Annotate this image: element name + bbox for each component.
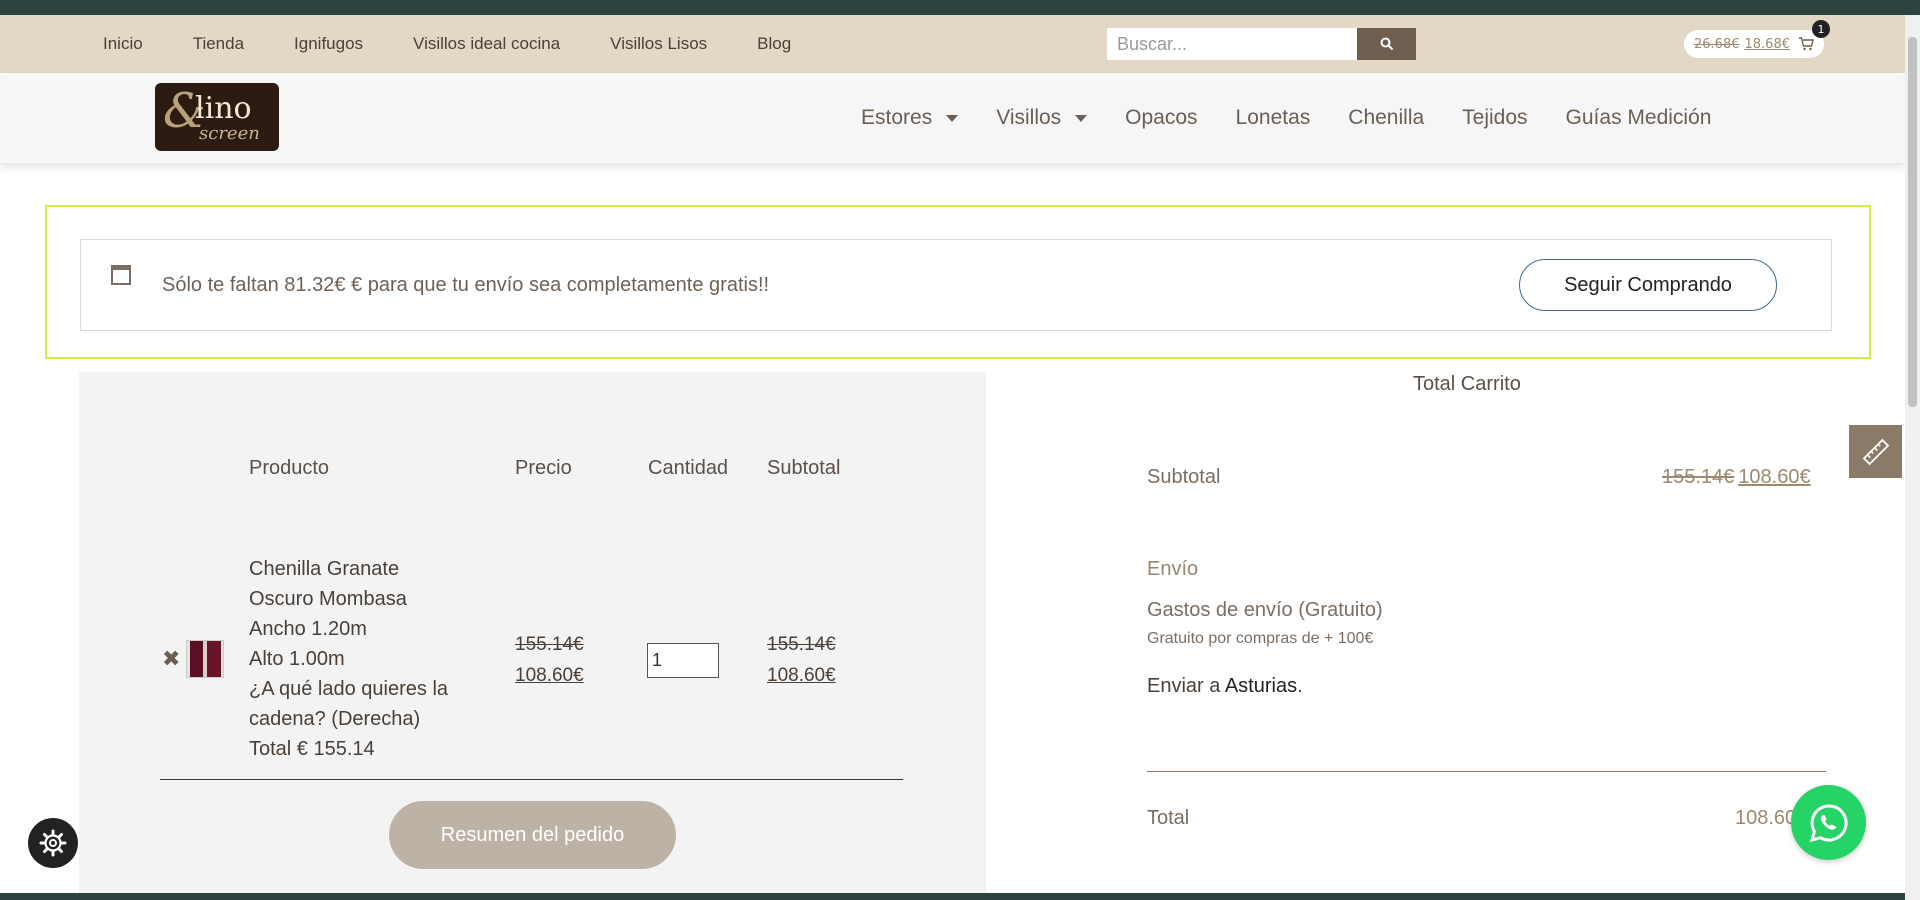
nav-estores[interactable]: Estores (861, 106, 959, 130)
notice-text: Sólo te faltan 81.32€ € para que tu enví… (162, 274, 770, 296)
quantity-input[interactable] (647, 643, 719, 678)
remove-item-icon[interactable]: ✖ (162, 647, 180, 672)
item-price-old: 155.14€ (515, 634, 584, 655)
product-thumbnail[interactable] (186, 640, 224, 678)
nav-guias-medicion[interactable]: Guías Medición (1566, 106, 1712, 130)
product-chain-side-value: cadena? (Derecha) (249, 708, 421, 730)
cookie-settings-button[interactable] (28, 818, 78, 868)
top-bar: Inicio Tienda Ignifugos Visillos ideal c… (0, 15, 1905, 73)
nav-chenilla[interactable]: Chenilla (1348, 106, 1424, 130)
product-description: Chenilla Granate Oscuro Mombasa Ancho 1.… (249, 554, 489, 764)
top-nav-blog[interactable]: Blog (757, 34, 791, 54)
top-nav-visillos-lisos[interactable]: Visillos Lisos (610, 34, 707, 54)
logo-text-lino: lino (195, 91, 252, 126)
header-producto: Producto (249, 457, 330, 479)
page-scrollbar[interactable] (1905, 15, 1920, 900)
nav-estores-label: Estores (861, 106, 933, 129)
shipping-note: Gratuito por compras de + 100€ (1147, 630, 1374, 647)
totals-subtotal-value: 155.14€ 108.60€ (1662, 466, 1811, 489)
top-nav-visillos-cocina[interactable]: Visillos ideal cocina (413, 34, 560, 54)
item-subtotal-old: 155.14€ (767, 634, 836, 655)
ship-to-prefix: Enviar a (1147, 675, 1225, 697)
cart-table: Producto Precio Cantidad Subtotal ✖ Chen… (79, 372, 986, 900)
header-precio: Precio (515, 457, 572, 479)
chevron-down-icon (1075, 114, 1088, 122)
mini-cart[interactable]: 26.68€ 18.68€ 1 (1684, 20, 1830, 58)
item-subtotal-new: 108.60€ (767, 665, 836, 686)
search-input[interactable] (1107, 28, 1357, 60)
free-shipping-notice: Sólo te faltan 81.32€ € para que tu enví… (45, 205, 1871, 359)
product-name-line1[interactable]: Chenilla Granate (249, 554, 489, 584)
ship-to: Enviar a Asturias. (1147, 675, 1303, 698)
product-name-line2[interactable]: Oscuro Mombasa (249, 584, 489, 614)
logo-text-screen: screen (199, 123, 260, 144)
totals-subtotal-label: Subtotal (1147, 466, 1221, 488)
search-bar (1107, 28, 1417, 60)
product-height: Alto 1.00m (249, 648, 345, 670)
top-strip (0, 0, 1920, 15)
ship-to-place: Asturias (1224, 675, 1298, 697)
top-nav-tienda[interactable]: Tienda (193, 34, 244, 54)
product-chain-side-question: ¿A qué lado quieres la (249, 678, 449, 700)
totals-title: Total Carrito (1413, 373, 1521, 395)
item-price: 155.14€ 108.60€ (515, 629, 584, 691)
top-nav-inicio[interactable]: Inicio (103, 34, 143, 54)
mini-cart-new-price: 18.68€ (1744, 36, 1791, 52)
gear-icon (39, 829, 67, 857)
cart-icon (1799, 37, 1814, 51)
nav-visillos[interactable]: Visillos (996, 106, 1088, 130)
whatsapp-icon (1809, 803, 1848, 842)
top-nav-ignifugos[interactable]: Ignifugos (294, 34, 363, 54)
item-price-new: 108.60€ (515, 665, 584, 686)
nav-lonetas[interactable]: Lonetas (1236, 106, 1311, 130)
logo[interactable]: & lino screen (155, 83, 279, 151)
total-label: Total (1147, 807, 1190, 829)
totals-subtotal-old: 155.14€ (1662, 466, 1735, 488)
ruler-icon (1862, 438, 1889, 465)
cart-count-badge: 1 (1812, 20, 1830, 38)
main-header: & lino screen Estores Visillos Opacos Lo… (0, 73, 1905, 163)
cart-divider (160, 779, 903, 780)
totals-subtotal-new: 108.60€ (1738, 466, 1811, 488)
calendar-icon (111, 265, 131, 285)
nav-tejidos[interactable]: Tejidos (1462, 106, 1527, 130)
shipping-label: Envío (1147, 558, 1199, 580)
shipping-method: Gastos de envío (Gratuito) (1147, 599, 1383, 621)
notice-box: Sólo te faltan 81.32€ € para que tu enví… (80, 239, 1832, 331)
measurement-guide-tab[interactable] (1849, 425, 1902, 478)
continue-shopping-button[interactable]: Seguir Comprando (1519, 259, 1777, 311)
chevron-down-icon (946, 114, 959, 122)
mini-cart-old-price: 26.68€ (1694, 36, 1740, 52)
totals-divider (1147, 771, 1826, 772)
top-nav: Inicio Tienda Ignifugos Visillos ideal c… (103, 15, 841, 73)
scrollbar-thumb[interactable] (1908, 37, 1917, 407)
nav-opacos[interactable]: Opacos (1125, 106, 1197, 130)
total-value: 108.60 (1735, 807, 1797, 829)
ship-to-suffix: . (1297, 675, 1303, 697)
search-button[interactable] (1357, 28, 1416, 60)
item-subtotal: 155.14€ 108.60€ (767, 629, 836, 691)
whatsapp-button[interactable] (1791, 785, 1866, 860)
order-summary-button[interactable]: Resumen del pedido (389, 801, 676, 869)
product-width: Ancho 1.20m (249, 618, 367, 640)
bottom-strip (0, 893, 1905, 900)
header-subtotal: Subtotal (767, 457, 841, 479)
product-total: Total € 155.14 (249, 738, 375, 760)
nav-visillos-label: Visillos (996, 106, 1062, 129)
search-icon (1380, 37, 1393, 51)
main-nav: Estores Visillos Opacos Lonetas Chenilla… (861, 73, 1749, 163)
header-cantidad: Cantidad (648, 457, 729, 479)
